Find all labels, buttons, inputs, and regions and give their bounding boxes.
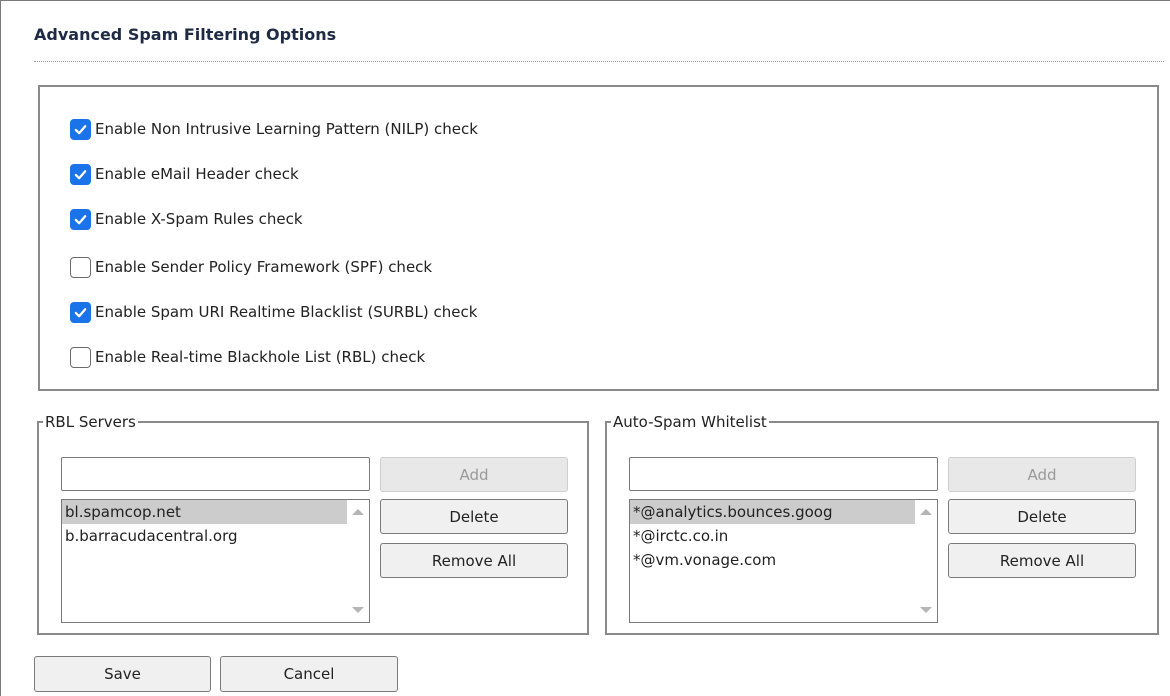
list-item[interactable]: *@irctc.co.in: [630, 524, 915, 548]
whitelist-remove-all-button[interactable]: Remove All: [948, 543, 1136, 578]
checkmark-icon: [74, 214, 87, 224]
option-email-header[interactable]: Enable eMail Header check: [70, 162, 299, 186]
checkmark-icon: [74, 307, 87, 317]
option-label: Enable Real-time Blackhole List (RBL) ch…: [95, 348, 426, 366]
scroll-down-icon[interactable]: [920, 607, 932, 613]
whitelist-legend: Auto-Spam Whitelist: [613, 413, 767, 431]
scroll-down-icon[interactable]: [352, 607, 364, 613]
checkmark-icon: [74, 169, 87, 179]
whitelist-add-button[interactable]: Add: [948, 457, 1136, 492]
spf-checkbox[interactable]: [70, 256, 91, 278]
whitelist-input[interactable]: [629, 457, 938, 491]
rbl-delete-button[interactable]: Delete: [380, 499, 568, 534]
auto-spam-whitelist-group: Auto-Spam Whitelist Add *@analytics.boun…: [605, 413, 1159, 635]
rbl-add-button[interactable]: Add: [380, 457, 568, 492]
rbl-remove-all-button[interactable]: Remove All: [380, 543, 568, 578]
cancel-button[interactable]: Cancel: [220, 656, 398, 692]
rbl-server-list[interactable]: bl.spamcop.net b.barracudacentral.org: [61, 499, 370, 623]
spam-options-page: Advanced Spam Filtering Options Enable N…: [0, 0, 1170, 696]
option-label: Enable eMail Header check: [95, 165, 299, 183]
scroll-up-icon[interactable]: [352, 509, 364, 515]
email-header-checkbox[interactable]: [70, 163, 91, 185]
whitelist-scrollbar[interactable]: [915, 500, 937, 622]
rbl-servers-legend: RBL Servers: [45, 413, 136, 431]
surbl-checkbox[interactable]: [70, 301, 91, 323]
option-label: Enable Spam URI Realtime Blacklist (SURB…: [95, 303, 478, 321]
rbl-checkbox[interactable]: [70, 346, 91, 368]
list-item[interactable]: *@vm.vonage.com: [630, 548, 915, 572]
option-nilp[interactable]: Enable Non Intrusive Learning Pattern (N…: [70, 117, 478, 141]
option-spf[interactable]: Enable Sender Policy Framework (SPF) che…: [70, 255, 432, 279]
option-label: Enable X-Spam Rules check: [95, 210, 303, 228]
rbl-server-input[interactable]: [61, 457, 370, 491]
option-rbl[interactable]: Enable Real-time Blackhole List (RBL) ch…: [70, 345, 425, 369]
scroll-up-icon[interactable]: [920, 509, 932, 515]
rbl-list-scrollbar[interactable]: [347, 500, 369, 622]
list-item[interactable]: *@analytics.bounces.goog: [630, 500, 915, 524]
option-x-spam-rules[interactable]: Enable X-Spam Rules check: [70, 207, 303, 231]
section-title: Advanced Spam Filtering Options: [34, 25, 337, 44]
whitelist-delete-button[interactable]: Delete: [948, 499, 1136, 534]
list-item[interactable]: bl.spamcop.net: [62, 500, 347, 524]
nilp-checkbox[interactable]: [70, 118, 91, 140]
option-label: Enable Non Intrusive Learning Pattern (N…: [95, 120, 478, 138]
spam-check-options: Enable Non Intrusive Learning Pattern (N…: [38, 85, 1159, 391]
save-button[interactable]: Save: [34, 656, 211, 692]
option-surbl[interactable]: Enable Spam URI Realtime Blacklist (SURB…: [70, 300, 477, 324]
x-spam-rules-checkbox[interactable]: [70, 208, 91, 230]
rbl-servers-group: RBL Servers Add bl.spamcop.net b.barracu…: [37, 413, 589, 635]
option-label: Enable Sender Policy Framework (SPF) che…: [95, 258, 433, 276]
checkmark-icon: [74, 124, 87, 134]
whitelist-list[interactable]: *@analytics.bounces.goog *@irctc.co.in *…: [629, 499, 938, 623]
list-item[interactable]: b.barracudacentral.org: [62, 524, 347, 548]
section-divider: [34, 61, 1164, 62]
